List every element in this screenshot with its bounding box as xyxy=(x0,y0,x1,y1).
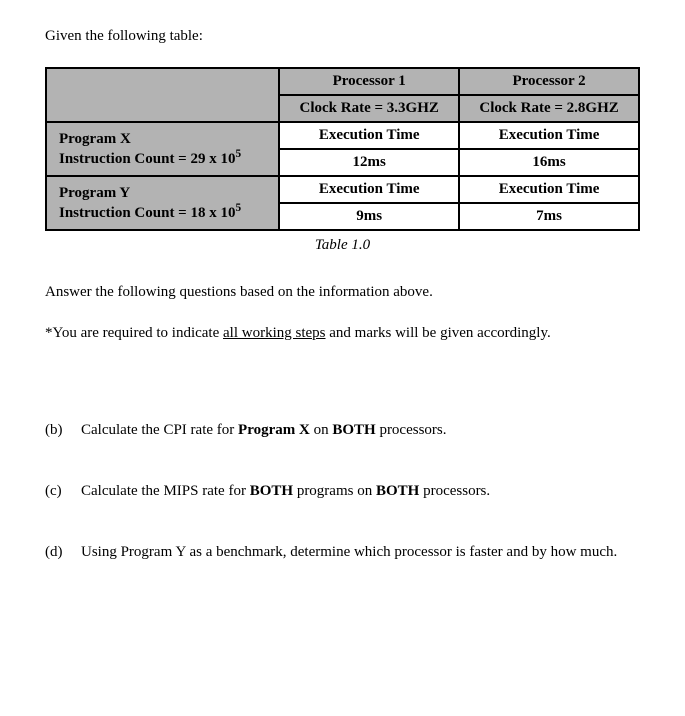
program-x-p1-value: 12ms xyxy=(279,149,459,176)
table-caption: Table 1.0 xyxy=(45,237,640,254)
table-header-row: Processor 1 Processor 2 xyxy=(46,68,639,95)
program-x-header-row: Program X Instruction Count = 29 x 105 E… xyxy=(46,122,639,149)
processor2-name: Processor 2 xyxy=(459,68,639,95)
program-x-ic-exp: 5 xyxy=(235,148,241,160)
q-c-part1: BOTH xyxy=(250,483,293,499)
program-x-p2-subheader: Execution Time xyxy=(459,122,639,149)
q-c-part0: Calculate the MIPS rate for xyxy=(81,483,250,499)
note-prefix: *You are required to indicate xyxy=(45,325,223,341)
q-b-part2: on xyxy=(310,422,333,438)
program-x-ic-prefix: Instruction Count = 29 x 10 xyxy=(59,151,235,167)
question-b: (b) Calculate the CPI rate for Program X… xyxy=(45,422,640,439)
q-b-part0: Calculate the CPI rate for xyxy=(81,422,238,438)
question-d-text: Using Program Y as a benchmark, determin… xyxy=(81,544,640,561)
program-y-ic-exp: 5 xyxy=(235,202,241,214)
processor1-clockrate: Clock Rate = 3.3GHZ xyxy=(279,95,459,122)
q-b-part3: BOTH xyxy=(332,422,375,438)
q-c-part2: programs on xyxy=(293,483,376,499)
note-underline: all working steps xyxy=(223,325,326,341)
program-x-p2-value: 16ms xyxy=(459,149,639,176)
question-d-label: (d) xyxy=(45,544,81,561)
data-table: Processor 1 Processor 2 Clock Rate = 3.3… xyxy=(45,67,640,231)
program-y-header-row: Program Y Instruction Count = 18 x 105 E… xyxy=(46,176,639,203)
q-c-part4: processors. xyxy=(419,483,490,499)
program-y-p2-value: 7ms xyxy=(459,203,639,230)
program-y-ic-prefix: Instruction Count = 18 x 10 xyxy=(59,205,235,221)
program-x-label-cell: Program X Instruction Count = 29 x 105 xyxy=(46,122,279,176)
question-d: (d) Using Program Y as a benchmark, dete… xyxy=(45,544,640,561)
question-c: (c) Calculate the MIPS rate for BOTH pro… xyxy=(45,483,640,500)
q-b-part4: processors. xyxy=(376,422,447,438)
question-b-text: Calculate the CPI rate for Program X on … xyxy=(81,422,640,439)
program-y-p1-value: 9ms xyxy=(279,203,459,230)
program-y-label-cell: Program Y Instruction Count = 18 x 105 xyxy=(46,176,279,230)
note-suffix: and marks will be given accordingly. xyxy=(326,325,551,341)
instruction-paragraph: Answer the following questions based on … xyxy=(45,284,640,301)
program-y-name: Program Y xyxy=(59,185,130,201)
table-corner-cell xyxy=(46,68,279,122)
intro-text: Given the following table: xyxy=(45,28,640,45)
q-b-part1: Program X xyxy=(238,422,310,438)
question-c-label: (c) xyxy=(45,483,81,500)
program-y-p1-subheader: Execution Time xyxy=(279,176,459,203)
question-b-label: (b) xyxy=(45,422,81,439)
processor2-clockrate: Clock Rate = 2.8GHZ xyxy=(459,95,639,122)
program-x-name: Program X xyxy=(59,131,131,147)
processor1-name: Processor 1 xyxy=(279,68,459,95)
q-c-part3: BOTH xyxy=(376,483,419,499)
program-y-p2-subheader: Execution Time xyxy=(459,176,639,203)
question-c-text: Calculate the MIPS rate for BOTH program… xyxy=(81,483,640,500)
program-x-p1-subheader: Execution Time xyxy=(279,122,459,149)
working-steps-note: *You are required to indicate all workin… xyxy=(45,325,640,342)
